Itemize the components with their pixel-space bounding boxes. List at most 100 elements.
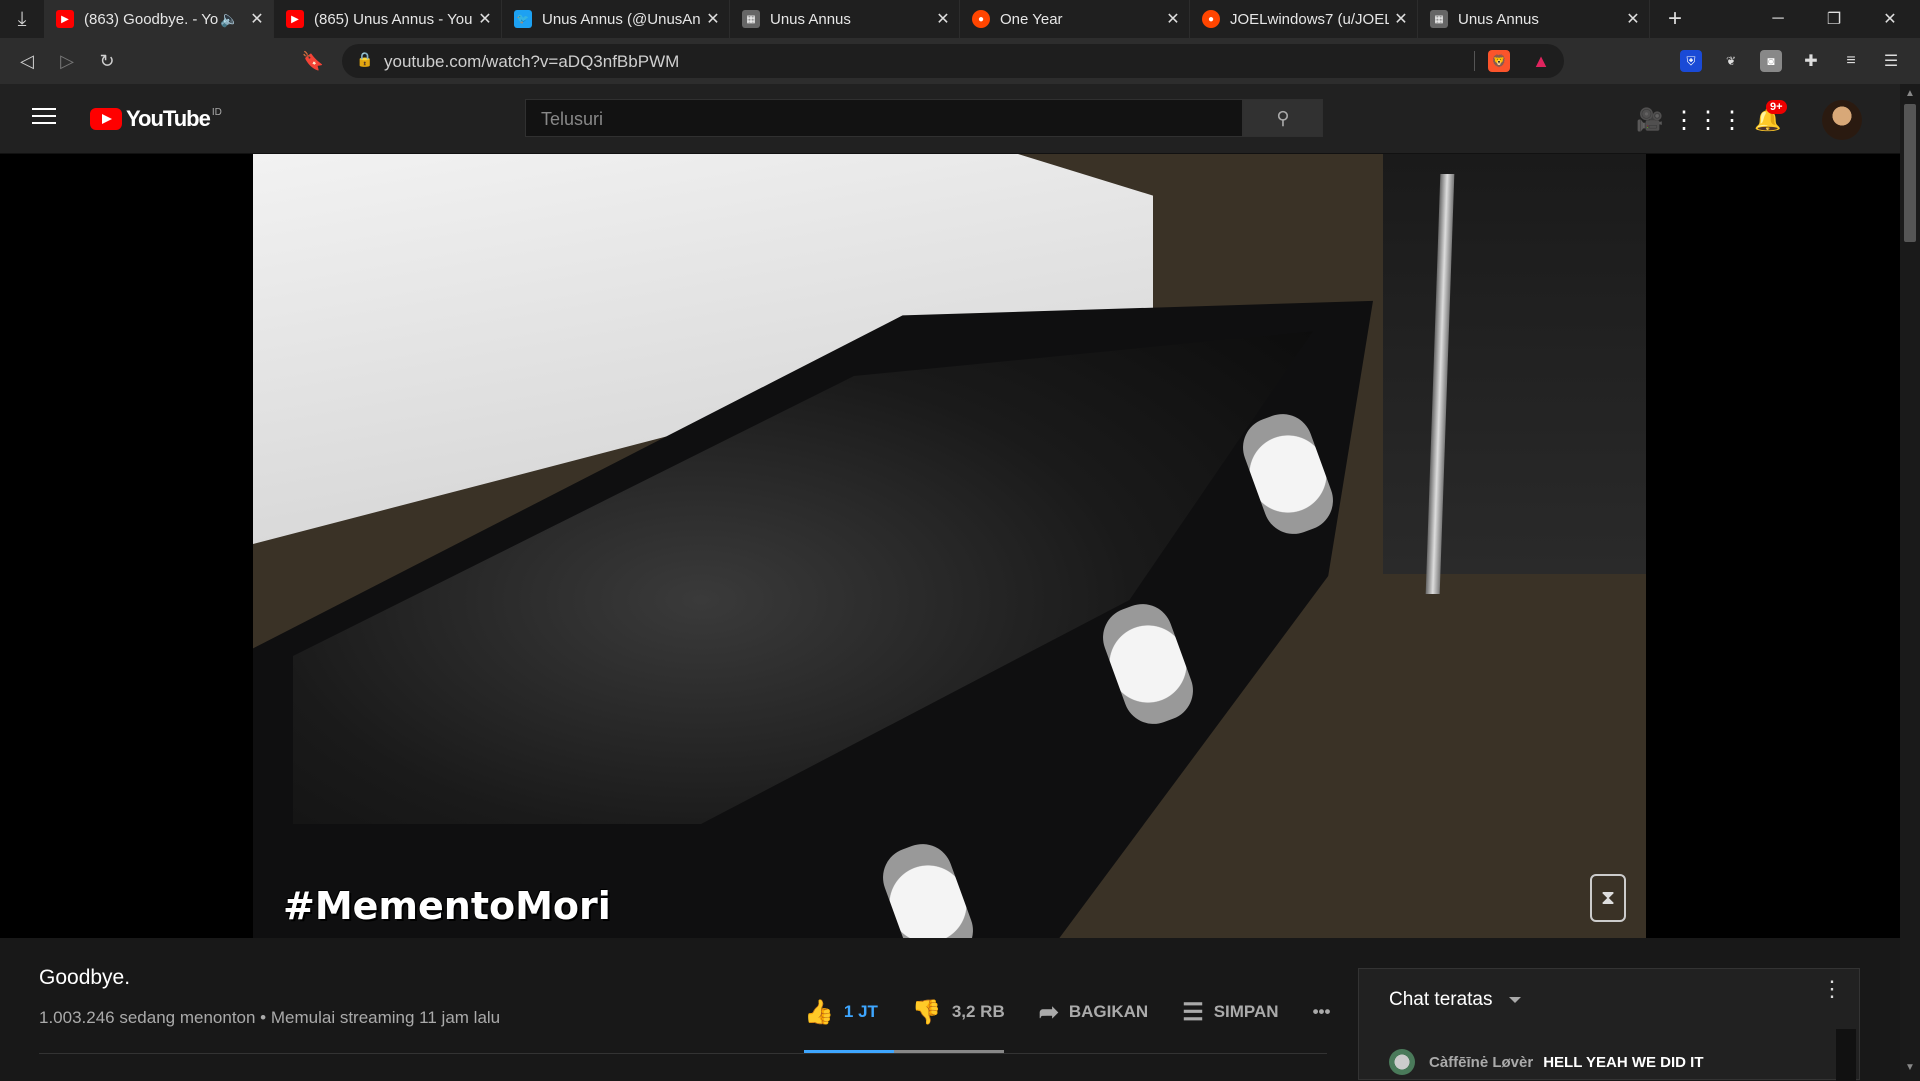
create-video-icon[interactable]: 🎥 (1636, 106, 1664, 134)
reddit-icon: ● (972, 10, 990, 28)
address-bar[interactable]: 🔒 youtube.com/watch?v=aDQ3nfBbPWM 🦁 ▲ (342, 44, 1564, 78)
tab-title: (865) Unus Annus - You (314, 10, 473, 28)
puzzle-icon[interactable]: ✚ (1800, 50, 1822, 72)
browser-tab-3[interactable]: 🐦 Unus Annus (@UnusAnn ✕ (502, 0, 730, 38)
browser-tab-1[interactable]: ▶ (863) Goodbye. - Yo 🔈 ✕ (44, 0, 274, 38)
avatar (1389, 1049, 1415, 1075)
country-code: ID (211, 106, 222, 118)
share-button[interactable]: ➦ BAGIKAN (1039, 998, 1148, 1027)
video-player-area: #MementoMori ⧗ (0, 154, 1900, 938)
extension-icon[interactable]: ◙ (1760, 50, 1782, 72)
search-icon: ⚲ (1276, 107, 1290, 128)
browser-tab-6[interactable]: ● JOELwindows7 (u/JOELw ✕ (1190, 0, 1418, 38)
close-tab-icon[interactable]: ✕ (1621, 9, 1645, 29)
more-icon: ••• (1312, 1002, 1331, 1021)
restore-icon[interactable]: ❐ (1806, 0, 1862, 38)
tab-strip: ⤓ ▶ (863) Goodbye. - Yo 🔈 ✕ ▶ (865) Unus… (0, 0, 1920, 38)
back-icon[interactable]: ◁ (12, 46, 42, 76)
close-tab-icon[interactable]: ✕ (1161, 9, 1185, 29)
downloads-icon[interactable]: ⤓ (0, 0, 44, 38)
avatar[interactable] (1822, 100, 1862, 140)
page-scrollbar[interactable]: ▲ ▼ (1900, 84, 1920, 1080)
search-placeholder: Telusuri (541, 109, 604, 129)
bookmark-icon[interactable]: 🔖 (298, 46, 328, 76)
dislike-count: 3,2 RB (951, 1002, 1005, 1021)
video-overlay-hashtag: #MementoMori (283, 884, 611, 928)
save-button[interactable]: ☰ SIMPAN (1182, 998, 1278, 1027)
youtube-logo[interactable]: YouTube ID (90, 106, 222, 132)
tab-title: Unus Annus (1458, 10, 1539, 28)
video-info-section: Goodbye. 1.003.246 sedang menonton • Mem… (0, 938, 1900, 1081)
new-tab-button[interactable]: + (1660, 0, 1690, 38)
hourglass-icon: ⧗ (1590, 874, 1626, 922)
chat-mode-selector[interactable]: Chat teratas (1389, 989, 1493, 1011)
more-options-icon[interactable]: ⋮ (1821, 978, 1843, 1000)
share-icon: ➦ (1038, 998, 1059, 1026)
browser-tab-7[interactable]: ▦ Unus Annus ✕ (1418, 0, 1650, 38)
tab-title: One Year (1000, 10, 1063, 28)
video-player[interactable]: #MementoMori (253, 154, 1646, 938)
hamburger-menu-icon[interactable] (32, 108, 56, 126)
chat-scrollbar[interactable] (1836, 1029, 1856, 1081)
minimize-icon[interactable]: ─ (1750, 0, 1806, 38)
scroll-up-icon[interactable]: ▲ (1905, 88, 1915, 99)
tab-title: Unus Annus (@UnusAnn (542, 10, 701, 28)
video-actions: 👍 1 JT 👎 3,2 RB ➦ BAGIKAN ☰ SIMPAN ••• (804, 990, 1364, 1034)
tab-title: JOELwindows7 (u/JOELw (1230, 10, 1389, 28)
close-tab-icon[interactable]: ✕ (931, 9, 955, 29)
close-tab-icon[interactable]: ✕ (245, 9, 269, 29)
chat-author[interactable]: Càffēīnė Løvèr (1429, 1054, 1533, 1071)
extension-icon[interactable]: ❦ (1720, 50, 1742, 72)
search-input[interactable]: Telusuri (525, 99, 1243, 137)
close-window-icon[interactable]: ✕ (1862, 0, 1918, 38)
tab-title: Unus Annus (770, 10, 851, 28)
notification-badge: 9+ (1766, 100, 1787, 114)
reddit-icon: ● (1202, 10, 1220, 28)
share-label: BAGIKAN (1068, 1002, 1149, 1021)
youtube-play-icon (90, 108, 122, 130)
url-text[interactable]: youtube.com/watch?v=aDQ3nfBbPWM (384, 52, 679, 72)
video-meta: 1.003.246 sedang menonton • Memulai stre… (39, 1008, 501, 1027)
close-tab-icon[interactable]: ✕ (473, 9, 497, 29)
page-icon: ▦ (1430, 10, 1448, 28)
youtube-icon: ▶ (56, 10, 74, 28)
browser-tab-4[interactable]: ▦ Unus Annus ✕ (730, 0, 960, 38)
live-chat-panel: Chat teratas ⋮ Càffēīnė Løvèr HELL YEAH … (1358, 968, 1860, 1081)
youtube-icon: ▶ (286, 10, 304, 28)
close-tab-icon[interactable]: ✕ (701, 9, 725, 29)
browser-tab-5[interactable]: ● One Year ✕ (960, 0, 1190, 38)
more-actions-button[interactable]: ••• (1313, 1002, 1331, 1022)
thumbs-up-icon: 👍 (804, 998, 834, 1026)
lock-icon: 🔒 (356, 51, 374, 67)
media-icon[interactable]: ≡ (1840, 50, 1862, 72)
video-background-wall (1383, 154, 1646, 574)
reload-icon[interactable]: ↻ (92, 46, 122, 76)
logo-wordmark: YouTube (126, 106, 211, 131)
like-button[interactable]: 👍 1 JT (804, 998, 878, 1027)
browser-toolbar: ◁ ▷ ↻ 🔖 🔒 youtube.com/watch?v=aDQ3nfBbPW… (0, 38, 1920, 84)
dislike-button[interactable]: 👎 3,2 RB (912, 998, 1005, 1027)
tab-title: (863) Goodbye. - Yo (84, 10, 219, 28)
divider (39, 1053, 1327, 1054)
like-count: 1 JT (843, 1002, 878, 1021)
apps-grid-icon[interactable]: ⋮⋮⋮ (1672, 106, 1744, 134)
video-title: Goodbye. (39, 966, 131, 989)
twitter-icon: 🐦 (514, 10, 532, 28)
search-button[interactable]: ⚲ (1243, 99, 1323, 137)
playlist-add-icon: ☰ (1182, 998, 1204, 1026)
bitwarden-icon[interactable]: ⛨ (1680, 50, 1702, 72)
close-tab-icon[interactable]: ✕ (1389, 9, 1413, 29)
chat-text: HELL YEAH WE DID IT (1543, 1053, 1704, 1071)
forward-icon[interactable]: ▷ (52, 46, 82, 76)
scroll-down-icon[interactable]: ▼ (1905, 1062, 1915, 1073)
brave-shield-icon[interactable]: 🦁 (1488, 50, 1510, 72)
youtube-header: YouTube ID Telusuri ⚲ 🎥 ⋮⋮⋮ 🔔 9+ (0, 84, 1900, 154)
chevron-down-icon[interactable] (1509, 997, 1521, 1003)
speaker-icon[interactable]: 🔈 (220, 10, 239, 28)
browser-tab-2[interactable]: ▶ (865) Unus Annus - You ✕ (274, 0, 502, 38)
save-label: SIMPAN (1213, 1002, 1279, 1021)
brave-rewards-icon[interactable]: ▲ (1530, 50, 1552, 72)
page-icon: ▦ (742, 10, 760, 28)
scrollbar-thumb[interactable] (1904, 104, 1916, 242)
menu-icon[interactable]: ☰ (1880, 50, 1902, 72)
